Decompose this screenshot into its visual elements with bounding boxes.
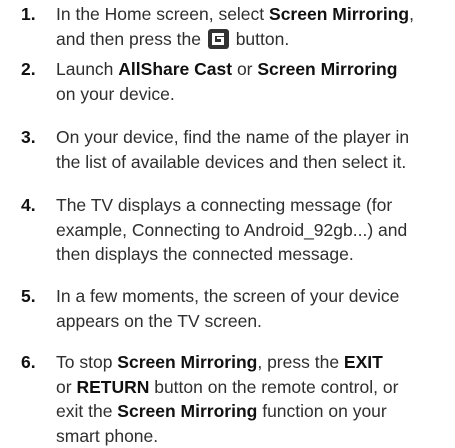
step-number: 4. — [21, 193, 36, 217]
text-run: In a few moments, the screen of your dev… — [56, 286, 399, 306]
bold-term: Screen Mirroring — [117, 401, 257, 421]
bold-term: Screen Mirroring — [269, 4, 409, 24]
step-text: Launch AllShare Cast or Screen Mirroring… — [56, 57, 451, 106]
text-run: and then press the — [56, 29, 206, 49]
step-text-line: Launch AllShare Cast or Screen Mirroring — [56, 57, 451, 82]
step-number: 1. — [21, 2, 36, 26]
text-run: Launch — [56, 59, 118, 79]
step-text-line: exit the Screen Mirroring function on yo… — [56, 399, 451, 424]
text-run: appears on the TV screen. — [56, 311, 262, 331]
step-text-line: On your device, find the name of the pla… — [56, 125, 451, 150]
text-run: or — [56, 377, 76, 397]
step-text-line: then displays the connected message. — [56, 242, 451, 267]
step-text-line: and then press the button. — [56, 27, 451, 52]
bold-term: RETURN — [76, 377, 149, 397]
step-text-line: To stop Screen Mirroring, press the EXIT — [56, 350, 451, 375]
step-number: 3. — [21, 125, 36, 149]
bold-term: Screen Mirroring — [257, 59, 397, 79]
step-text-line: the list of available devices and then s… — [56, 150, 451, 175]
text-run: , press the — [257, 352, 344, 372]
text-run: example, Connecting to Android_92gb...) … — [56, 220, 407, 240]
text-run: or — [232, 59, 257, 79]
step-number: 5. — [21, 284, 36, 308]
text-run: The TV displays a connecting message (fo… — [56, 195, 392, 215]
text-run: button. — [231, 29, 289, 49]
instruction-document: 1. In the Home screen, select Screen Mirr… — [0, 0, 455, 424]
text-run: the list of available devices and then s… — [56, 152, 406, 172]
step-text-line: In the Home screen, select Screen Mirror… — [56, 2, 451, 27]
step-text-line: on your device. — [56, 82, 451, 107]
step-text: In the Home screen, select Screen Mirror… — [56, 2, 451, 51]
text-run: then displays the connected message. — [56, 244, 354, 264]
step-text-line: In a few moments, the screen of your dev… — [56, 284, 451, 309]
text-run: To stop — [56, 352, 117, 372]
step-text-line: appears on the TV screen. — [56, 309, 451, 334]
step-text-line: smart phone. — [56, 424, 451, 448]
step-text: In a few moments, the screen of your dev… — [56, 284, 451, 333]
step-text: On your device, find the name of the pla… — [56, 125, 451, 174]
step-text: The TV displays a connecting message (fo… — [56, 193, 451, 267]
text-run: on your device. — [56, 84, 175, 104]
step-number: 2. — [21, 57, 36, 81]
step-text-line: The TV displays a connecting message (fo… — [56, 193, 451, 218]
step-text-line: example, Connecting to Android_92gb...) … — [56, 218, 451, 243]
text-run: smart phone. — [56, 426, 158, 446]
bold-term: EXIT — [344, 352, 383, 372]
step-text: To stop Screen Mirroring, press the EXIT… — [56, 350, 451, 448]
text-run: In the Home screen, select — [56, 4, 269, 24]
text-run: button on the remote control, or — [149, 377, 398, 397]
text-run: function on your — [257, 401, 386, 421]
source-button-icon — [208, 29, 229, 49]
step-text-line: or RETURN button on the remote control, … — [56, 375, 451, 400]
step-number: 6. — [21, 350, 36, 374]
text-run: exit the — [56, 401, 117, 421]
text-run: On your device, find the name of the pla… — [56, 127, 409, 147]
bold-term: Screen Mirroring — [117, 352, 257, 372]
text-run: , — [409, 4, 414, 24]
bold-term: AllShare Cast — [118, 59, 232, 79]
